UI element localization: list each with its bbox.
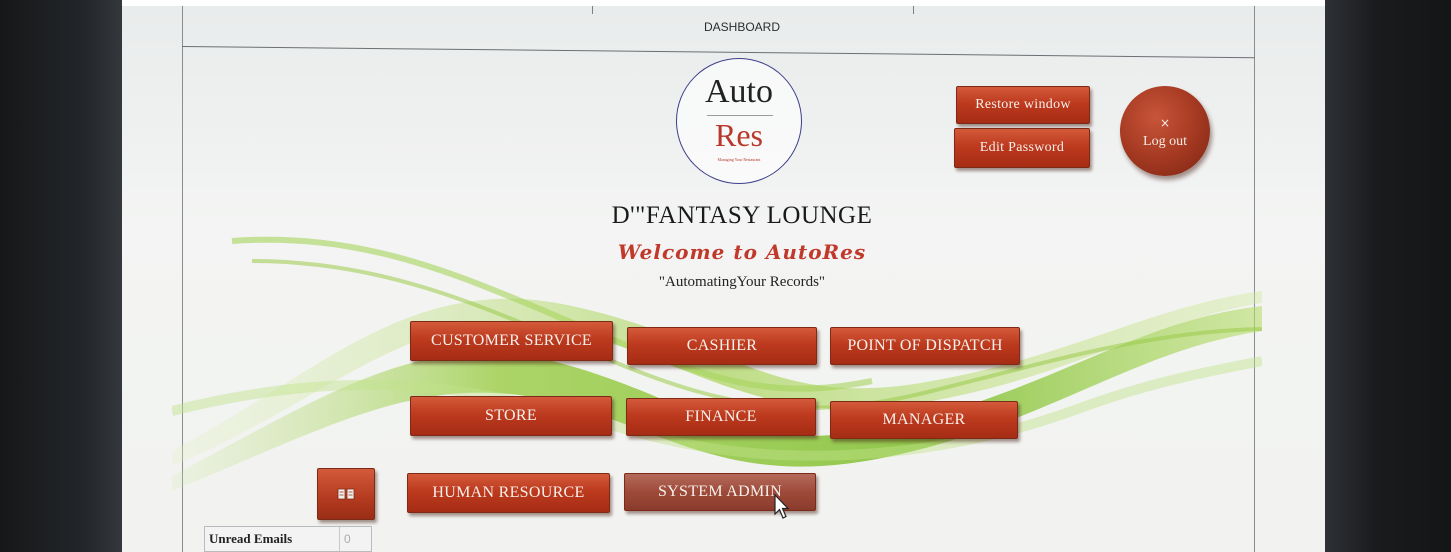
point-of-dispatch-button[interactable]: POINT OF DISPATCH [830, 327, 1020, 365]
app-screen: DASHBOARD Auto Res Managing Your Restaur… [122, 6, 1325, 552]
mouse-cursor-icon [774, 494, 790, 519]
unread-emails-label: Unread Emails [205, 527, 340, 551]
monitor-bezel-right [1325, 0, 1451, 552]
close-icon: × [1159, 116, 1171, 130]
edit-password-button[interactable]: Edit Password [954, 128, 1090, 168]
restore-window-button[interactable]: Restore window [956, 86, 1090, 124]
welcome-message: Welcome to AutoRes [617, 240, 867, 264]
monitor-bezel-left [0, 0, 122, 552]
manager-button[interactable]: MANAGER [830, 401, 1018, 439]
book-button[interactable] [317, 468, 375, 520]
logo-divider [707, 115, 773, 116]
logo-auto-text: Auto [705, 73, 773, 110]
unread-emails-count: 0 [344, 532, 351, 546]
human-resource-button[interactable]: HUMAN RESOURCE [407, 473, 610, 513]
logo-res-text: Res [715, 117, 763, 153]
customer-service-button[interactable]: CUSTOMER SERVICE [410, 321, 613, 361]
tagline: "AutomatingYour Records" [658, 274, 826, 290]
logout-button[interactable]: × Log out [1120, 86, 1210, 176]
dashboard-title: DASHBOARD [703, 20, 780, 34]
finance-button[interactable]: FINANCE [626, 398, 816, 436]
company-name: D'"FANTASY LOUNGE [611, 202, 873, 229]
logo-tagline: Managing Your Restaurant [717, 157, 761, 162]
unread-emails-box: Unread Emails 0 [204, 526, 372, 552]
autores-logo: Auto Res Managing Your Restaurant [676, 58, 802, 184]
book-icon [337, 488, 355, 500]
logout-label: Log out [1143, 134, 1187, 149]
cashier-button[interactable]: CASHIER [627, 327, 817, 365]
store-button[interactable]: STORE [410, 396, 612, 436]
